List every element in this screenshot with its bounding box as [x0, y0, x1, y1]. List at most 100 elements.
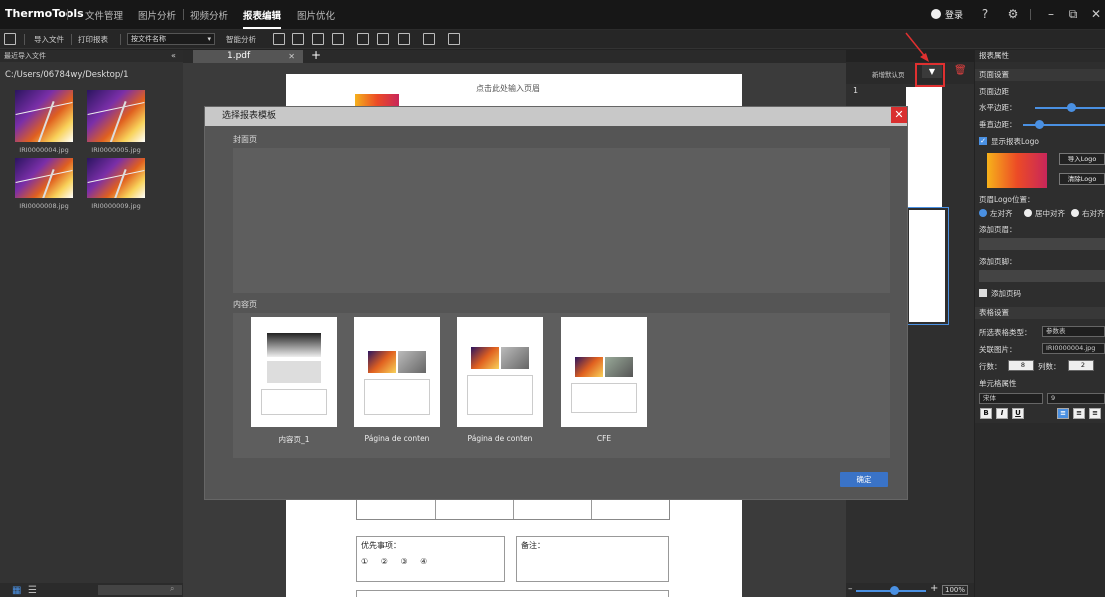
trash-icon[interactable]: 🗑: [954, 65, 967, 76]
radio-center[interactable]: [1024, 209, 1032, 217]
table-settings-header[interactable]: 表格设置: [975, 307, 1105, 319]
select-template-dialog: 选择报表模板 ✕ 封面页 内容页 内容页_1 Página de conten …: [205, 107, 907, 499]
align-left-icon[interactable]: ≡: [1057, 408, 1069, 419]
window-separator: [1030, 9, 1031, 20]
user-icon[interactable]: [931, 9, 941, 19]
priority-option[interactable]: ①: [361, 557, 368, 566]
bold-button[interactable]: B: [980, 408, 992, 419]
import-logo-button[interactable]: 导入Logo: [1059, 153, 1105, 165]
close-window-icon[interactable]: ✕: [1087, 5, 1105, 23]
footer-input[interactable]: [979, 270, 1105, 282]
close-tab-icon[interactable]: ✕: [288, 50, 295, 63]
template-preview-table: [571, 383, 637, 413]
add-tab-icon[interactable]: +: [311, 48, 321, 62]
list-view-icon[interactable]: ☰: [28, 585, 37, 596]
image-icon[interactable]: [273, 33, 285, 45]
underline-button[interactable]: U: [1012, 408, 1024, 419]
search-icon[interactable]: ⌕: [170, 584, 174, 594]
cols-input[interactable]: 2: [1068, 360, 1094, 371]
horizontal-margin-handle[interactable]: [1067, 103, 1076, 112]
font-size-select[interactable]: 9: [1047, 393, 1105, 404]
page-header-placeholder[interactable]: 点击此处输入页眉: [476, 83, 540, 94]
file-thumbnail[interactable]: IRI0000005.jpg: [87, 90, 145, 154]
align-center-icon[interactable]: ≡: [1073, 408, 1085, 419]
table-type-select[interactable]: 参数表: [1042, 326, 1105, 337]
nav-file-management[interactable]: 文件管理: [85, 8, 123, 22]
add-page-number-checkbox[interactable]: [979, 289, 987, 297]
smart-analysis-button[interactable]: 智能分析: [226, 34, 256, 45]
folder-path: C:/Users/06784wy/Desktop/1: [5, 70, 129, 80]
priority-option[interactable]: ④: [420, 557, 427, 566]
thermal-image: [15, 158, 73, 198]
zoom-slider-handle[interactable]: [890, 586, 899, 595]
new-default-page-button[interactable]: 新增默认页: [872, 69, 905, 79]
settings-icon[interactable]: ⚙: [1004, 5, 1022, 23]
align-right-label: 右对齐: [1082, 209, 1105, 218]
template-cfe[interactable]: [561, 317, 647, 427]
template-content-page-1[interactable]: [251, 317, 337, 427]
template-pagina-2[interactable]: [457, 317, 543, 427]
template-pagina-1[interactable]: [354, 317, 440, 427]
vertical-margin-handle[interactable]: [1035, 120, 1044, 129]
show-logo-checkbox[interactable]: ✓: [979, 137, 987, 145]
priority-option[interactable]: ②: [381, 557, 388, 566]
selected-page-frame[interactable]: [904, 207, 949, 325]
comment-icon[interactable]: [398, 33, 410, 45]
file-thumbnail[interactable]: IRI0000008.jpg: [15, 158, 73, 210]
header-input[interactable]: [979, 238, 1105, 250]
help-icon[interactable]: ?: [976, 5, 994, 23]
tab-1-pdf[interactable]: 1.pdf ✕: [193, 50, 303, 63]
page-thumbnail[interactable]: [906, 87, 942, 207]
recent-files-title: 最近导入文件: [0, 50, 183, 62]
nav-image-analysis[interactable]: 图片分析: [138, 8, 176, 22]
zoom-out-icon[interactable]: –: [848, 584, 853, 594]
file-thumbnail[interactable]: IRI0000009.jpg: [87, 158, 145, 210]
priority-option[interactable]: ③: [400, 557, 407, 566]
template-preview-photo: [398, 351, 426, 373]
eraser-icon[interactable]: [423, 33, 435, 45]
radio-left[interactable]: [979, 209, 987, 217]
text-box-icon[interactable]: [292, 33, 304, 45]
collapse-panel-icon[interactable]: «: [171, 51, 176, 60]
zoom-in-icon[interactable]: +: [930, 583, 938, 594]
nav-report-editing[interactable]: 报表编辑: [243, 8, 282, 29]
template-preview-table: [261, 389, 327, 415]
linked-image-select[interactable]: IRI0000004.jpg: [1042, 343, 1105, 354]
clear-logo-button[interactable]: 清除Logo: [1059, 173, 1105, 185]
restore-icon[interactable]: ⧉: [1064, 5, 1082, 23]
italic-button[interactable]: I: [996, 408, 1008, 419]
minimize-icon[interactable]: –: [1042, 5, 1060, 23]
font-select[interactable]: 宋体: [979, 393, 1043, 404]
close-icon[interactable]: ✕: [891, 107, 907, 123]
nav-video-analysis[interactable]: 视频分析: [190, 8, 228, 22]
sort-select[interactable]: 按文件名称 ▾: [127, 33, 215, 45]
radio-right[interactable]: [1071, 209, 1079, 217]
file-name: IRI0000005.jpg: [91, 146, 141, 154]
template-icon[interactable]: [448, 33, 460, 45]
cover-templates-area: [233, 148, 890, 293]
print-report-button[interactable]: 打印报表: [78, 34, 108, 45]
file-name: IRI0000009.jpg: [91, 202, 141, 210]
ok-button[interactable]: 确定: [840, 472, 888, 487]
nav-image-optimize[interactable]: 图片优化: [297, 8, 335, 22]
page-thumbnail: [909, 210, 945, 322]
bar-chart-icon[interactable]: [357, 33, 369, 45]
logo-preview: [987, 153, 1047, 188]
screenshot-icon[interactable]: [332, 33, 344, 45]
login-link[interactable]: 登录: [945, 8, 963, 21]
file-thumbnail[interactable]: IRI0000004.jpg: [15, 90, 73, 154]
align-right-icon[interactable]: ≡: [1089, 408, 1101, 419]
grid-view-icon[interactable]: ▦: [12, 585, 21, 596]
cover-section-label: 封面页: [233, 135, 257, 144]
table-icon[interactable]: [312, 33, 324, 45]
rows-input[interactable]: 8: [1008, 360, 1034, 371]
add-header-label: 添加页眉：: [979, 225, 1017, 234]
thermal-image: [87, 90, 145, 142]
import-file-button[interactable]: 导入文件: [34, 34, 64, 45]
remarks-cell[interactable]: 备注：: [516, 536, 669, 582]
toolbar-separator: [24, 34, 25, 45]
page-settings-header[interactable]: 页面设置: [975, 69, 1105, 81]
line-chart-icon[interactable]: [377, 33, 389, 45]
save-icon[interactable]: [4, 33, 16, 45]
priority-cell[interactable]: 优先事项： ① ② ③ ④: [356, 536, 505, 582]
